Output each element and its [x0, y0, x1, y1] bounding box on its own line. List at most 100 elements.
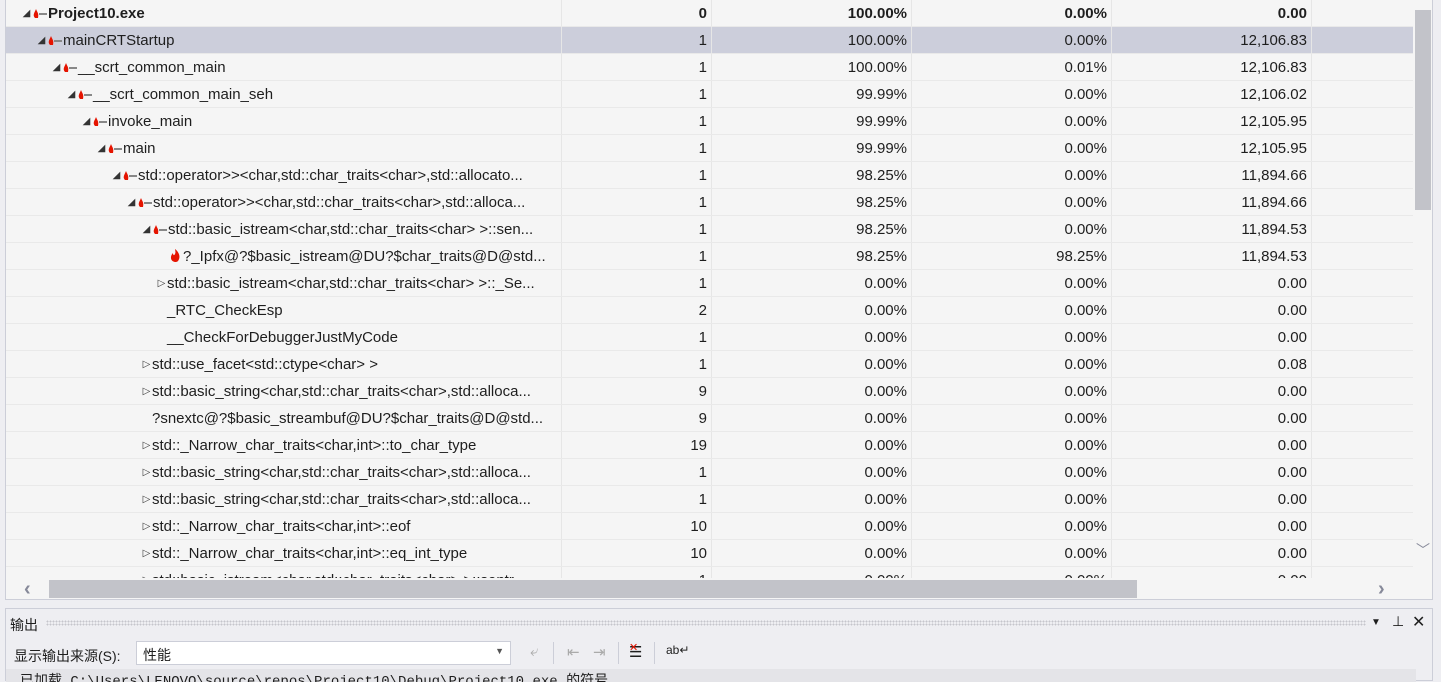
collapsed-arrow-icon[interactable]: ▷: [141, 386, 152, 397]
tree-row[interactable]: ◢ main 1 99.99% 0.00% 12,105.95: [6, 135, 1413, 162]
call-tree-grid: ◢ Project10.exe 0 100.00% 0.00% 0.00 ◢ mainCRTS…: [5, 0, 1433, 600]
vertical-scrollbar-thumb[interactable]: [1415, 10, 1431, 210]
horizontal-scrollbar[interactable]: ‹ ›: [6, 578, 1432, 599]
tree-row[interactable]: ▷ std::use_facet<std::ctype<char> >1 0.00%…: [6, 351, 1413, 378]
self-cpu-cell: 0.00%: [912, 216, 1112, 242]
function-name: ?_Ipfx@?$basic_istream@DU?$char_traits@D…: [183, 247, 546, 265]
function-name: _RTC_CheckEsp: [167, 301, 283, 319]
collapsed-arrow-icon[interactable]: ▷: [141, 548, 152, 559]
collapsed-arrow-icon[interactable]: ▷: [141, 494, 152, 505]
tree-row[interactable]: ▷ std::basic_string<char,std::char_traits…: [6, 486, 1413, 513]
total-ms-cell: 0.08: [1112, 351, 1312, 377]
self-cpu-cell: 0.00%: [912, 513, 1112, 539]
function-name: std::basic_string<char,std::char_traits<…: [152, 490, 531, 508]
function-name: std::_Narrow_char_traits<char,int>::eq_i…: [152, 544, 468, 562]
function-name-cell: ◢ __scrt_common_main_seh: [6, 81, 562, 107]
tree-row[interactable]: ◢ invoke_main 1 99.99% 0.00% 12,105.95: [6, 108, 1413, 135]
function-name: std::operator>><char,std::char_traits<ch…: [138, 166, 523, 184]
tree-row[interactable]: ▷std::basic_istream<char,std::char_trait…: [6, 270, 1413, 297]
toolbar-separator: [553, 642, 554, 664]
expanded-arrow-icon[interactable]: ◢: [96, 143, 107, 154]
total-ms-cell: 11,894.66: [1112, 189, 1312, 215]
function-name-cell: ▷ std::_Narrow_char_traits<char,int>::eof: [6, 513, 562, 539]
word-wrap-icon[interactable]: ab↵: [666, 643, 689, 657]
expanded-arrow-icon[interactable]: ◢: [126, 197, 137, 208]
tree-row[interactable]: ◢ __scrt_common_main_seh 1 99.99% 0.00% 12,10…: [6, 81, 1413, 108]
panel-drag-grip[interactable]: [46, 620, 1366, 626]
chevron-down-icon: ▼: [495, 646, 504, 656]
function-name-cell: ▷ std::basic_string<char,std::char_traits…: [6, 486, 562, 512]
function-name-cell: ◢ invoke_main: [6, 108, 562, 134]
self-cpu-cell: 0.00%: [912, 378, 1112, 404]
expanded-arrow-icon[interactable]: ◢: [111, 170, 122, 181]
tree-row[interactable]: ◢ std::operator>><char,std::char_traits<c…: [6, 162, 1413, 189]
function-name: std::basic_istream<char,std::char_traits…: [167, 274, 535, 292]
total-cpu-cell: 0.00%: [712, 270, 912, 296]
tree-row[interactable]: ◢ __scrt_common_main 1 100.00% 0.01% 12,106.8…: [6, 54, 1413, 81]
total-cpu-cell: 98.25%: [712, 216, 912, 242]
total-ms-cell: 0.00: [1112, 513, 1312, 539]
output-panel: 输出 ▼ ⊥ ✕ 显示输出来源(S): 性能 ▼ ⤶ ⇤ ⇥ ✕ ☰ ab↵ 已加…: [5, 608, 1433, 682]
tree-row[interactable]: ◢ mainCRTStartup 1 100.00% 0.00% 12,106.83: [6, 27, 1413, 54]
tree-row[interactable]: ▷ std::_Narrow_char_traits<char,int>::eof…: [6, 513, 1413, 540]
tree-row[interactable]: ◢ std::basic_istream<char,std::char_trait…: [6, 216, 1413, 243]
total-ms-cell: 0.00: [1112, 324, 1312, 350]
total-ms-cell: 12,105.95: [1112, 108, 1312, 134]
hot-path-icon: [152, 223, 168, 235]
total-cpu-cell: 0.00%: [712, 540, 912, 566]
function-name: std::use_facet<std::ctype<char> >: [152, 355, 378, 373]
self-cpu-cell: 98.25%: [912, 243, 1112, 269]
tree-row[interactable]: ▷ std::basic_string<char,std::char_traits…: [6, 378, 1413, 405]
expanded-arrow-icon[interactable]: ◢: [36, 35, 47, 46]
expanded-arrow-icon[interactable]: ◢: [21, 8, 32, 19]
output-log[interactable]: 已加载 C:\Users\LENOVO\source\repos\Project…: [6, 669, 1416, 682]
go-to-location-icon[interactable]: ⤶: [530, 643, 538, 660]
total-ms-cell: 11,894.53: [1112, 216, 1312, 242]
scroll-left-icon[interactable]: ‹: [24, 578, 31, 599]
scroll-down-icon[interactable]: ﹀: [1416, 540, 1430, 560]
expanded-arrow-icon[interactable]: ◢: [66, 89, 77, 100]
pin-icon[interactable]: ⊥: [1392, 613, 1404, 630]
scroll-right-icon[interactable]: ›: [1378, 578, 1385, 599]
output-source-select[interactable]: 性能 ▼: [136, 641, 511, 665]
total-cpu-cell: 0.00%: [712, 324, 912, 350]
collapsed-arrow-icon[interactable]: ▷: [156, 278, 167, 289]
collapsed-arrow-icon[interactable]: ▷: [141, 521, 152, 532]
function-name: std::operator>><char,std::char_traits<ch…: [153, 193, 526, 211]
tree-row[interactable]: ?_Ipfx@?$basic_istream@DU?$char_traits@D…: [6, 243, 1413, 270]
self-cpu-cell: 0.00%: [912, 486, 1112, 512]
tree-row[interactable]: ▷std::basic_istream<char,std::char_trait…: [6, 567, 1413, 578]
calls-cell: 9: [562, 378, 712, 404]
tree-row[interactable]: ◢ std::operator>><char,std::char_traits<c…: [6, 189, 1413, 216]
self-cpu-cell: 0.00%: [912, 432, 1112, 458]
tree-row[interactable]: ?snextc@?$basic_streambuf@DU?$char_trait…: [6, 405, 1413, 432]
previous-message-icon[interactable]: ⇤: [567, 643, 580, 661]
total-cpu-cell: 0.00%: [712, 459, 912, 485]
collapsed-arrow-icon[interactable]: ▷: [141, 440, 152, 451]
next-message-icon[interactable]: ⇥: [593, 643, 606, 661]
total-ms-cell: 0.00: [1112, 0, 1312, 26]
tree-row[interactable]: ▷ std::basic_string<char,std::char_traits…: [6, 459, 1413, 486]
expanded-arrow-icon[interactable]: ◢: [51, 62, 62, 73]
horizontal-scrollbar-thumb[interactable]: [49, 580, 1137, 598]
total-cpu-cell: 0.00%: [712, 378, 912, 404]
function-name-cell: _RTC_CheckEsp: [6, 297, 562, 323]
function-name-cell: ◢ std::operator>><char,std::char_traits<c…: [6, 189, 562, 215]
hot-path-icon: [122, 169, 138, 181]
hot-path-icon: [47, 34, 63, 46]
dropdown-menu-icon[interactable]: ▼: [1371, 617, 1381, 628]
tree-row[interactable]: ▷ std::_Narrow_char_traits<char,int>::to_…: [6, 432, 1413, 459]
tree-row[interactable]: _RTC_CheckEsp 2 0.00% 0.00% 0.00: [6, 297, 1413, 324]
tree-row[interactable]: ▷ std::_Narrow_char_traits<char,int>::eq_…: [6, 540, 1413, 567]
expanded-arrow-icon[interactable]: ◢: [81, 116, 92, 127]
tree-row[interactable]: ◢ Project10.exe 0 100.00% 0.00% 0.00: [6, 0, 1413, 27]
self-cpu-cell: 0.00%: [912, 135, 1112, 161]
tree-row[interactable]: __CheckForDebuggerJustMyCode 1 0.00% 0.00% 0…: [6, 324, 1413, 351]
expanded-arrow-icon[interactable]: ◢: [141, 224, 152, 235]
close-icon[interactable]: ✕: [1412, 612, 1425, 632]
total-cpu-cell: 100.00%: [712, 0, 912, 26]
collapsed-arrow-icon[interactable]: ▷: [141, 467, 152, 478]
self-cpu-cell: 0.00%: [912, 0, 1112, 26]
clear-all-icon[interactable]: ✕ ☰: [629, 642, 642, 661]
collapsed-arrow-icon[interactable]: ▷: [141, 359, 152, 370]
